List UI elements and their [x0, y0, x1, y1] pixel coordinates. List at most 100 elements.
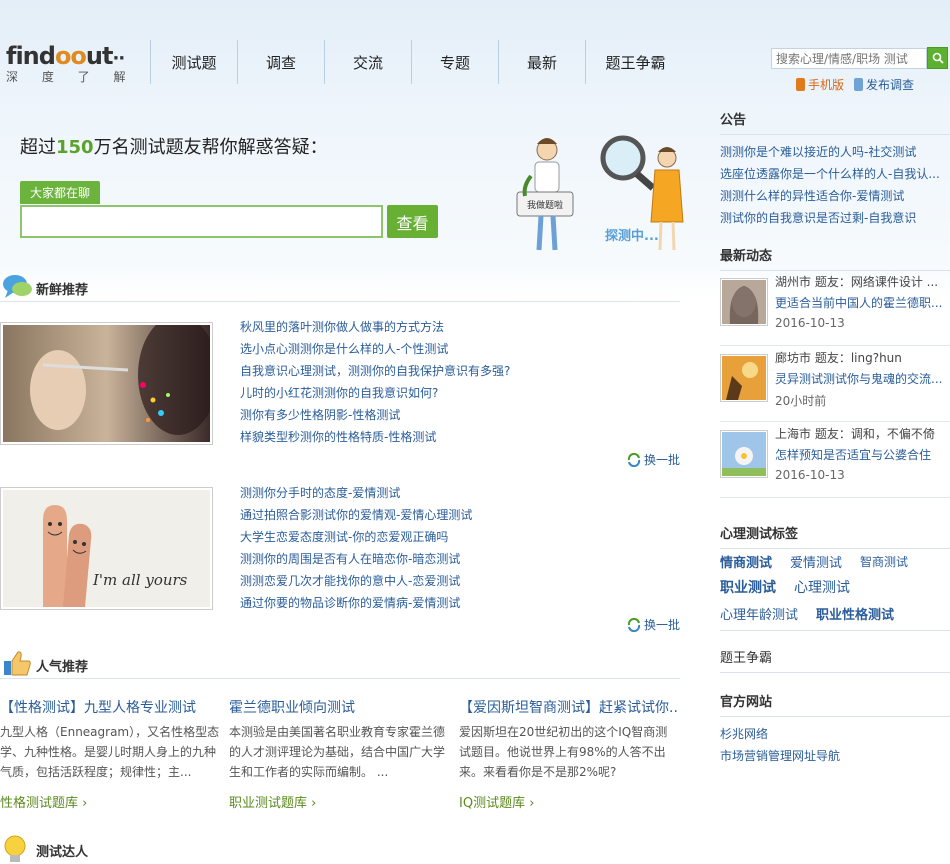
avatar[interactable] — [720, 430, 768, 478]
notice-title: 公告 — [720, 109, 950, 135]
avatar[interactable] — [720, 354, 768, 402]
list-item[interactable]: 秋风里的落叶测你做人做事的方式方法 — [240, 316, 510, 338]
publish-survey-link[interactable]: 发布调查 — [854, 76, 914, 93]
feed-item[interactable]: 上海市 题友：调和，不偏不倚 怎样预知是否适宜与公婆合住 2016-10-13 — [720, 422, 950, 498]
nav-latest[interactable]: 最新 — [498, 40, 585, 84]
official-panel: 官方网站 杉兆网络 市场营销管理网址导航 — [720, 691, 950, 767]
feed-item[interactable]: 湖州市 题友：网络课件设计 ... 更适合当前中国人的霍兰德职... 2016-… — [720, 270, 950, 346]
popular-title: 人气推荐 — [36, 660, 89, 675]
list-item[interactable]: 杉兆网络 — [720, 723, 950, 745]
feed-time: 2016-10-13 — [775, 316, 845, 330]
site-logo[interactable]: findoout·· 深 度 了 解 — [6, 42, 135, 85]
fresh-photo-1[interactable] — [0, 322, 213, 445]
popular-card-title[interactable]: 【爱因斯坦智商测试】赶紧试试你... — [459, 697, 679, 719]
tag-link[interactable]: 心理年龄测试 — [720, 604, 798, 623]
mobile-link[interactable]: 手机版 — [796, 76, 844, 93]
feed-item[interactable]: 廊坊市 题友：ling?hun 灵异测试测试你与鬼魂的交流... 20小时前 — [720, 346, 950, 422]
tag-link[interactable]: 智商测试 — [860, 553, 908, 570]
notice-panel: 公告 测测你是个难以接近的人吗-社交测试 选座位透露你是一个什么样的人-自我认.… — [720, 109, 950, 229]
photo-fingers: I'm all yours — [3, 490, 210, 607]
list-item[interactable]: 样貌类型秒测你的性格特质-性格测试 — [240, 426, 510, 448]
nav-survey[interactable]: 调查 — [237, 40, 324, 84]
list-item[interactable]: 选座位透露你是一个什么样的人-自我认... — [720, 163, 950, 185]
tag-link[interactable]: 爱情测试 — [790, 552, 842, 571]
list-item[interactable]: 通过拍照合影测试你的爱情观-爱情心理测试 — [240, 504, 472, 526]
hero-title: 超过150万名测试题友帮你解惑答疑： — [20, 137, 328, 158]
view-button[interactable]: 查看 — [387, 205, 438, 238]
tag-link[interactable]: 职业性格测试 — [816, 604, 894, 623]
tags-header: 心理测试标签 — [720, 523, 950, 549]
official-title: 官方网站 — [720, 691, 950, 717]
popular-card-desc: 九型人格（Enneagram），又名性格型态学、九种性格。是婴儿时期人身上的九种… — [0, 725, 220, 779]
logo-dots: ·· — [112, 48, 125, 69]
popular-card-2: 霍兰德职业倾向测试 本测验是由美国著名职业教育专家霍兰德的人才测评理论为基础，结… — [229, 697, 449, 811]
top-links: 手机版 发布调查 — [796, 76, 914, 93]
tag-cloud: 情商测试 爱情测试 智商测试 职业测试 心理测试 心理年龄测试 职业性格测试 — [720, 548, 950, 626]
tag-link[interactable]: 职业测试 — [720, 577, 776, 597]
feed-time: 20小时前 — [775, 394, 827, 408]
nav-topics[interactable]: 专题 — [411, 40, 498, 84]
feed-test-link[interactable]: 更适合当前中国人的霍兰德职... — [775, 294, 945, 311]
list-item[interactable]: 选小点心测测你是什么样的人-个性测试 — [240, 338, 510, 360]
popular-card-more[interactable]: IQ测试题库 › — [459, 792, 679, 811]
list-item[interactable]: 测你有多少性格阴影-性格测试 — [240, 404, 510, 426]
list-item[interactable]: 测测什么样的异性适合你-爱情测试 — [720, 185, 950, 207]
feed-user: 上海市 题友：调和，不偏不倚 — [775, 427, 935, 441]
publish-label: 发布调查 — [866, 78, 915, 92]
list-item[interactable]: 测测你分手时的态度-爱情测试 — [240, 482, 472, 504]
popular-card-title[interactable]: 【性格测试】九型人格专业测试 — [0, 697, 220, 719]
fresh-photo-2[interactable]: I'm all yours — [0, 487, 213, 610]
swap-label: 换一批 — [644, 618, 681, 632]
king-panel: 题王争霸 — [720, 647, 950, 673]
nav-tests[interactable]: 测试题 — [150, 40, 237, 84]
list-item[interactable]: 测测你的周围是否有人在暗恋你-暗恋测试 — [240, 548, 472, 570]
popular-card-desc: 本测验是由美国著名职业教育专家霍兰德的人才测评理论为基础，结合中国广大学生和工作… — [229, 725, 446, 779]
chat-bubble-icon — [3, 275, 32, 298]
logo-text: find — [6, 42, 56, 70]
popular-card-more[interactable]: 职业测试题库 › — [229, 792, 449, 811]
logo-text-accent: oo — [54, 42, 87, 70]
edit-icon — [854, 78, 864, 91]
list-item[interactable]: 测测你是个难以接近的人吗-社交测试 — [720, 141, 950, 163]
mobile-label: 手机版 — [808, 78, 845, 92]
svg-text:我做题啦: 我做题啦 — [527, 199, 563, 211]
feed-title: 最新动态 — [720, 245, 950, 271]
list-item[interactable]: 测测恋爱几次才能找你的意中人-恋爱测试 — [240, 570, 472, 592]
thumbs-up-icon — [4, 651, 31, 676]
phone-icon — [796, 78, 805, 91]
lightbulb-icon — [4, 835, 26, 862]
popular-section-header: 人气推荐 — [0, 649, 680, 679]
notice-list: 测测你是个难以接近的人吗-社交测试 选座位透露你是一个什么样的人-自我认... … — [720, 141, 950, 229]
tags-title: 心理测试标签 — [720, 523, 950, 549]
refresh-icon — [627, 452, 641, 467]
popular-card-title[interactable]: 霍兰德职业倾向测试 — [229, 697, 449, 719]
question-input[interactable] — [20, 205, 383, 238]
swap-batch-button-2[interactable]: 换一批 — [627, 616, 680, 633]
tag-link[interactable]: 心理测试 — [794, 577, 850, 597]
chat-tag[interactable]: 大家都在聊 — [20, 181, 100, 204]
king-title[interactable]: 题王争霸 — [720, 647, 950, 673]
fresh-list-1: 秋风里的落叶测你做人做事的方式方法 选小点心测测你是什么样的人-个性测试 自我意… — [240, 316, 510, 448]
logo-text-end: ut — [85, 42, 114, 70]
swap-batch-button-1[interactable]: 换一批 — [627, 451, 680, 468]
tag-link[interactable]: 情商测试 — [720, 552, 772, 571]
official-list: 杉兆网络 市场营销管理网址导航 — [720, 723, 950, 767]
popular-card-desc: 爱因斯坦在20世纪初出的这个IQ智商测试题目。他说世界上有98%的人答不出来。来… — [459, 725, 668, 779]
avatar[interactable] — [720, 278, 768, 326]
list-item[interactable]: 大学生恋爱态度测试-你的恋爱观正确吗 — [240, 526, 472, 548]
list-item[interactable]: 市场营销管理网址导航 — [720, 745, 950, 767]
list-item[interactable]: 儿时的小红花测测你的自我意识如何? — [240, 382, 510, 404]
nav-king[interactable]: 题王争霸 — [585, 40, 685, 84]
popular-card-more[interactable]: 性格测试题库 › — [0, 792, 220, 811]
search-input[interactable] — [771, 48, 927, 69]
nav-talk[interactable]: 交流 — [324, 40, 411, 84]
list-item[interactable]: 通过你要的物品诊断你的爱情病-爱情测试 — [240, 592, 472, 614]
popular-card-3: 【爱因斯坦智商测试】赶紧试试你... 爱因斯坦在20世纪初出的这个IQ智商测试题… — [459, 697, 679, 811]
list-item[interactable]: 测试你的自我意识是否过剩-自我意识 — [720, 207, 950, 229]
list-item[interactable]: 自我意识心理测试，测测你的自我保护意识有多强? — [240, 360, 510, 382]
svg-text:探测中...: 探测中... — [605, 228, 659, 244]
main-nav: 测试题 调查 交流 专题 最新 题王争霸 — [150, 40, 685, 84]
search-button[interactable] — [927, 47, 948, 69]
feed-test-link[interactable]: 怎样预知是否适宜与公婆合住 — [775, 446, 945, 463]
feed-test-link[interactable]: 灵异测试测试你与鬼魂的交流... — [775, 370, 945, 387]
